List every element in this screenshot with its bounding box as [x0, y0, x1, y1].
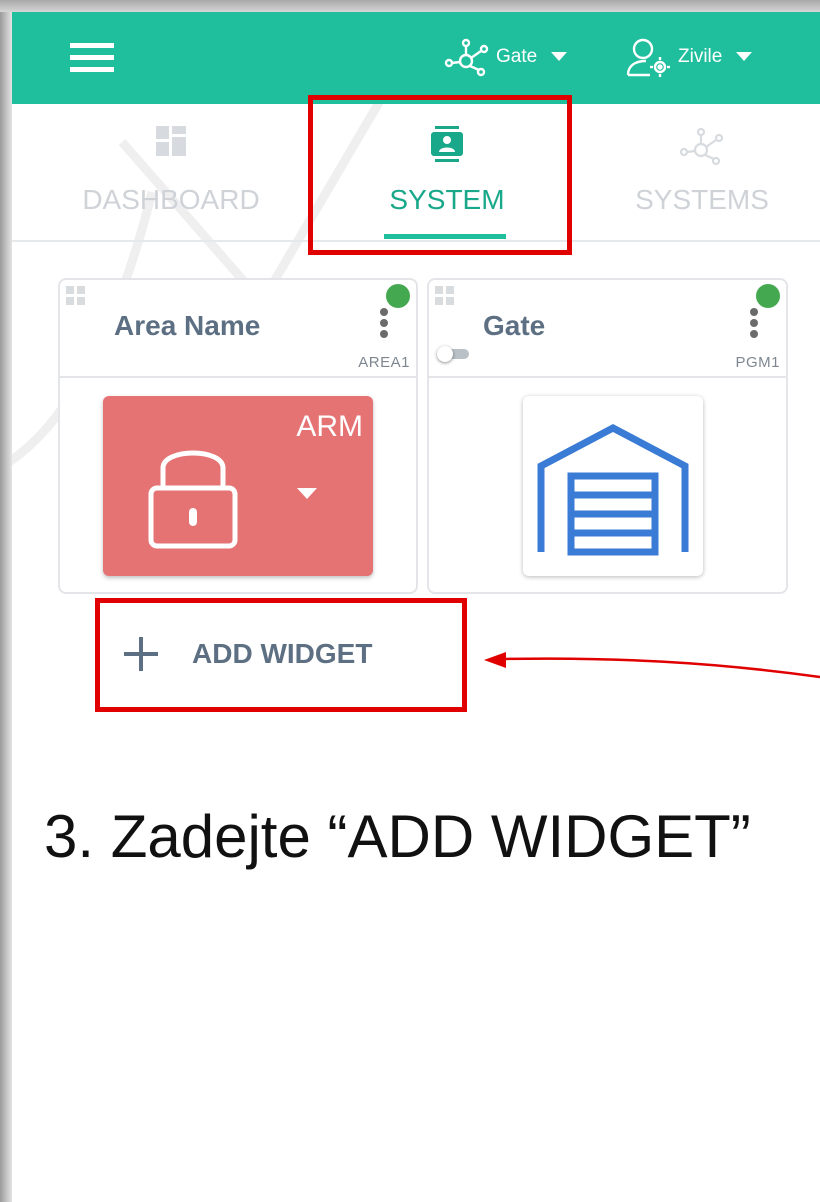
instruction-text: 3. Zadejte “ADD WIDGET” — [44, 803, 751, 870]
app-screen: Gate Zivile DASHBOARD SYSTEM SYSTEMS Are… — [12, 12, 820, 1202]
annotation-arrow — [484, 652, 820, 679]
device-frame-left — [0, 0, 12, 1202]
device-frame-top — [0, 0, 820, 12]
